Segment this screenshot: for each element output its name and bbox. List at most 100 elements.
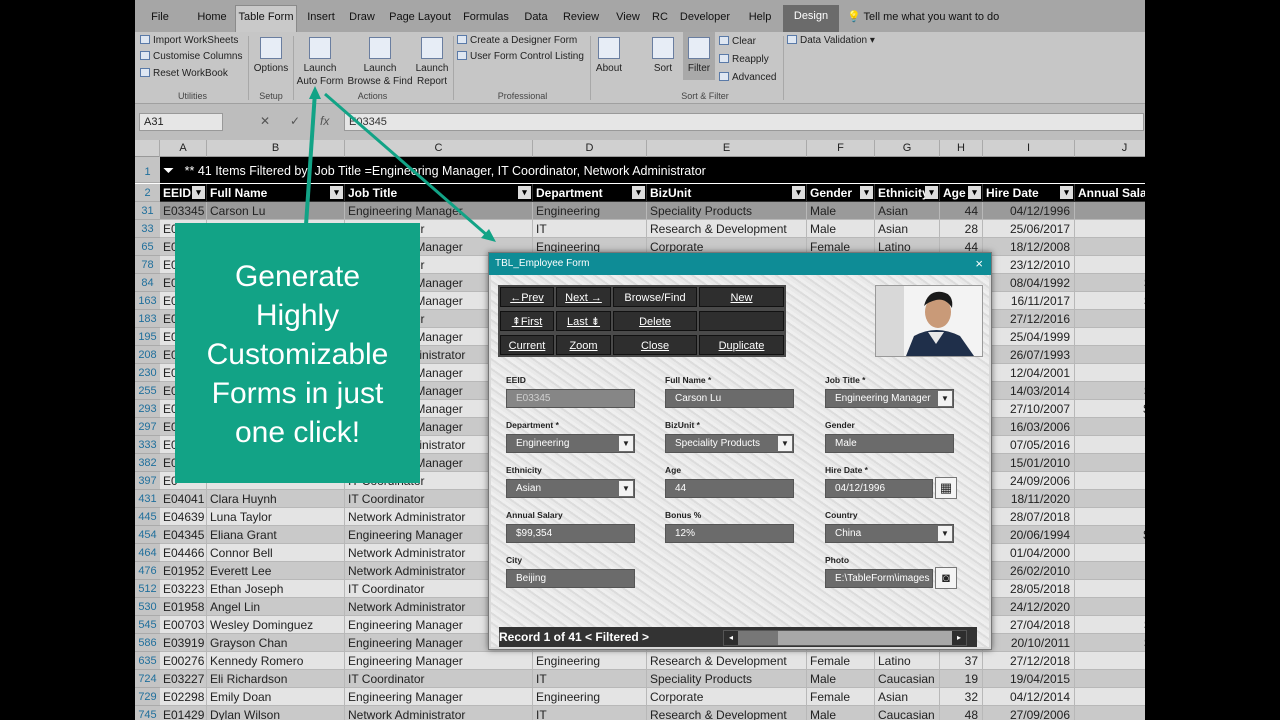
cell-J[interactable]: $92: [1075, 238, 1145, 256]
cell-B[interactable]: Angel Lin: [207, 598, 345, 616]
row-number[interactable]: 2: [135, 184, 160, 202]
job-title-select[interactable]: Engineering Manager ▼: [825, 389, 954, 408]
first-button[interactable]: ⇞First: [500, 311, 554, 331]
row-number[interactable]: 382: [135, 454, 160, 472]
column-header-C[interactable]: C: [345, 140, 533, 157]
cell-J[interactable]: $119: [1075, 616, 1145, 634]
cell-I[interactable]: 04/12/1996: [983, 202, 1075, 220]
cell-A[interactable]: E00276: [160, 652, 207, 670]
cell-B[interactable]: Ethan Joseph: [207, 580, 345, 598]
cell-A[interactable]: E01958: [160, 598, 207, 616]
filter-button[interactable]: Filter: [683, 32, 715, 80]
country-select[interactable]: China ▼: [825, 524, 954, 543]
filter-dropdown-icon[interactable]: ▾: [632, 186, 645, 199]
chevron-down-icon[interactable]: ▼: [938, 526, 952, 541]
tab-home[interactable]: Home: [195, 6, 229, 28]
full-name-field[interactable]: Carson Lu: [665, 389, 794, 408]
cell-D[interactable]: IT: [533, 220, 647, 238]
tab-design[interactable]: Design: [783, 5, 839, 33]
cell-B[interactable]: Everett Lee: [207, 562, 345, 580]
row-number[interactable]: 183: [135, 310, 160, 328]
camera-icon[interactable]: ◙: [935, 567, 957, 589]
filter-dropdown-icon[interactable]: ▾: [1060, 186, 1073, 199]
cell-I[interactable]: 25/06/2017: [983, 220, 1075, 238]
row-number[interactable]: 33: [135, 220, 160, 238]
formula-input[interactable]: E03345: [344, 113, 1144, 131]
cell-I[interactable]: 01/04/2000: [983, 544, 1075, 562]
import-worksheets-button[interactable]: Import WorkSheets: [140, 34, 238, 48]
row-number[interactable]: 512: [135, 580, 160, 598]
column-header-B[interactable]: B: [207, 140, 345, 157]
row-number[interactable]: 84: [135, 274, 160, 292]
options-button[interactable]: Options: [250, 37, 292, 75]
cell-I[interactable]: 27/10/2007: [983, 400, 1075, 418]
cell-J[interactable]: $106: [1075, 400, 1145, 418]
age-field[interactable]: 44: [665, 479, 794, 498]
about-button[interactable]: About: [592, 37, 626, 75]
cell-D[interactable]: Engineering: [533, 202, 647, 220]
cell-D[interactable]: IT: [533, 706, 647, 720]
cell-G[interactable]: Latino: [875, 652, 940, 670]
cell-H[interactable]: 37: [940, 652, 983, 670]
cell-E[interactable]: Corporate: [647, 688, 807, 706]
row-number[interactable]: 530: [135, 598, 160, 616]
prev-button[interactable]: ←Prev: [500, 287, 554, 307]
cell-I[interactable]: 14/03/2014: [983, 382, 1075, 400]
name-box[interactable]: A31: [139, 113, 223, 131]
cell-H[interactable]: 44: [940, 202, 983, 220]
cell-J[interactable]: $71: [1075, 436, 1145, 454]
cell-J[interactable]: $53: [1075, 256, 1145, 274]
row-number[interactable]: 397: [135, 472, 160, 490]
tab-draw[interactable]: Draw: [345, 6, 379, 28]
cell-B[interactable]: Eli Richardson: [207, 670, 345, 688]
chevron-down-icon[interactable]: ▼: [938, 391, 952, 406]
tab-file[interactable]: File: [145, 6, 175, 28]
cell-I[interactable]: 24/12/2020: [983, 598, 1075, 616]
cell-J[interactable]: $109: [1075, 526, 1145, 544]
cell-F[interactable]: Female: [807, 688, 875, 706]
cell-B[interactable]: Dylan Wilson: [207, 706, 345, 720]
cell-B[interactable]: Luna Taylor: [207, 508, 345, 526]
row-number[interactable]: 729: [135, 688, 160, 706]
select-all-corner[interactable]: [135, 140, 160, 157]
cell-D[interactable]: Engineering: [533, 652, 647, 670]
tab-help[interactable]: Help: [743, 6, 777, 28]
user-form-control-listing-button[interactable]: User Form Control Listing: [457, 50, 584, 64]
tab-rc[interactable]: RC: [649, 6, 671, 28]
row-number[interactable]: 586: [135, 634, 160, 652]
cell-A[interactable]: E03227: [160, 670, 207, 688]
close-icon[interactable]: ×: [975, 253, 983, 275]
cell-H[interactable]: 32: [940, 688, 983, 706]
department-select[interactable]: Engineering ▼: [506, 434, 635, 453]
delete-button[interactable]: Delete: [613, 311, 697, 331]
fx-icon[interactable]: fx: [320, 114, 329, 128]
zoom-button[interactable]: Zoom: [556, 335, 611, 355]
filter-dropdown-icon[interactable]: ▾: [792, 186, 805, 199]
cell-A[interactable]: E02298: [160, 688, 207, 706]
cell-J[interactable]: $95: [1075, 328, 1145, 346]
cell-E[interactable]: Research & Development: [647, 220, 807, 238]
cell-J[interactable]: $51: [1075, 580, 1145, 598]
column-header-A[interactable]: A: [160, 140, 207, 157]
cell-I[interactable]: 28/07/2018: [983, 508, 1075, 526]
cell-G[interactable]: Caucasian: [875, 670, 940, 688]
scroll-right-icon[interactable]: ▸: [952, 631, 966, 645]
chevron-down-icon[interactable]: ▼: [619, 481, 633, 496]
clear-button[interactable]: Clear: [719, 35, 756, 49]
row-number[interactable]: 333: [135, 436, 160, 454]
cell-I[interactable]: 25/04/1999: [983, 328, 1075, 346]
ethnicity-select[interactable]: Asian ▼: [506, 479, 635, 498]
cell-J[interactable]: $87: [1075, 508, 1145, 526]
cell-G[interactable]: Asian: [875, 220, 940, 238]
row-number[interactable]: 445: [135, 508, 160, 526]
row-number[interactable]: 163: [135, 292, 160, 310]
cell-C[interactable]: Engineering Manager: [345, 688, 533, 706]
cell-A[interactable]: E01429: [160, 706, 207, 720]
photo-path-field[interactable]: E:\TableForm\images: [825, 569, 933, 588]
cell-A[interactable]: E04041: [160, 490, 207, 508]
chevron-down-icon[interactable]: ▼: [619, 436, 633, 451]
column-header-F[interactable]: F: [807, 140, 875, 157]
cell-I[interactable]: 12/04/2001: [983, 364, 1075, 382]
last-button[interactable]: Last ⇟: [556, 311, 611, 331]
cell-I[interactable]: 16/11/2017: [983, 292, 1075, 310]
